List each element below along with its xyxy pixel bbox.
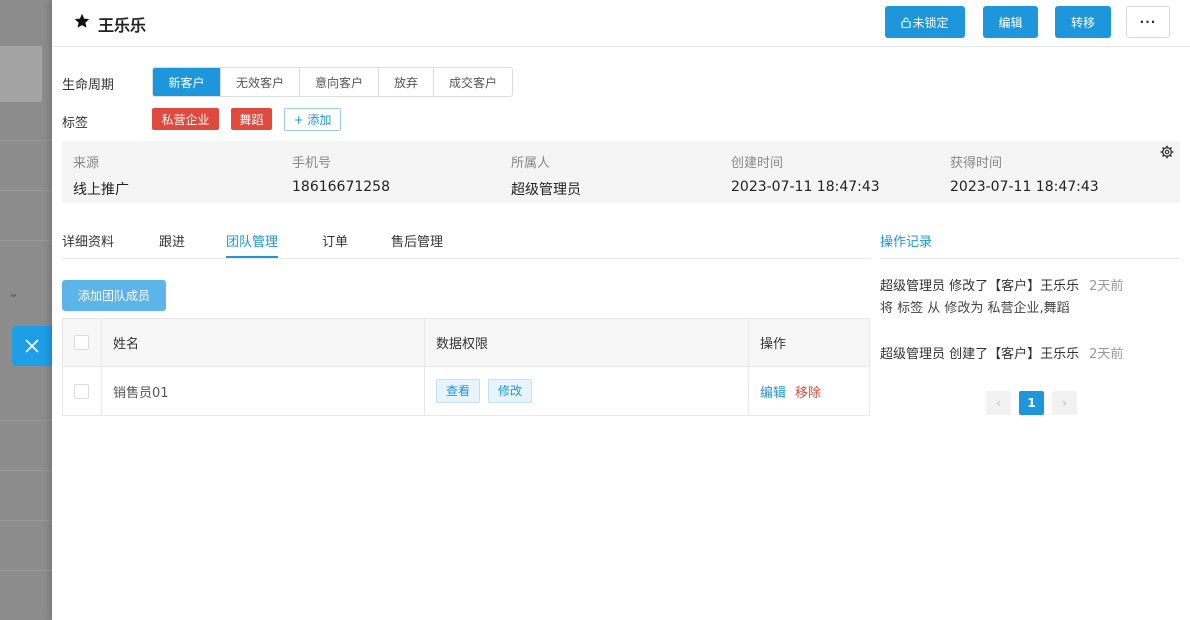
info-field-key: 所属人 [511, 156, 551, 171]
log-entry-time: 2天前 [1089, 347, 1124, 362]
log-entry-time: 2天前 [1089, 279, 1124, 294]
background-divider [0, 240, 52, 241]
lifecycle-stage-new[interactable]: 新客户 [153, 68, 221, 96]
edit-button-label: 编辑 [998, 15, 1023, 30]
remove-member-link[interactable]: 移除 [795, 386, 821, 401]
log-pagination: ‹ 1 › [986, 391, 1077, 415]
tab-details[interactable]: 详细资料 [62, 231, 114, 258]
log-entry: 超级管理员 创建了【客户】王乐乐 2天前 [880, 343, 1180, 362]
team-table: 姓名 数据权限 操作 销售员01 查看 修改 编辑 移除 [62, 318, 870, 416]
close-icon [25, 339, 39, 353]
log-entry: 超级管理员 修改了【客户】王乐乐 2天前 将 标签 从 修改为 私营企业,舞蹈 [880, 275, 1180, 316]
more-button[interactable]: ··· [1126, 6, 1170, 38]
lifecycle-stage-abandon[interactable]: 放弃 [379, 68, 434, 96]
row-checkbox[interactable] [74, 383, 89, 399]
background-divider [0, 570, 52, 571]
select-all-checkbox[interactable] [74, 335, 89, 350]
more-icon: ··· [1139, 15, 1157, 29]
info-field-key: 来源 [73, 156, 100, 171]
lifecycle-label: 生命周期 [62, 78, 115, 93]
lifecycle-stage-deal[interactable]: 成交客户 [434, 68, 512, 96]
add-team-member-button[interactable]: 添加团队成员 [62, 280, 166, 311]
edit-member-link[interactable]: 编辑 [760, 386, 786, 401]
star-icon[interactable] [74, 13, 90, 29]
background-divider [0, 520, 52, 521]
chevron-down-icon: ⌄ [8, 286, 19, 301]
info-field-key: 创建时间 [731, 156, 784, 171]
info-field-key: 获得时间 [950, 156, 1003, 171]
tab-orders[interactable]: 订单 [322, 231, 348, 258]
log-entry-text: 超级管理员 修改了【客户】王乐乐 [880, 279, 1080, 294]
row-select-cell [62, 366, 102, 416]
tab-team-management[interactable]: 团队管理 [226, 231, 279, 258]
log-entry-detail: 将 标签 从 修改为 私营企业,舞蹈 [880, 301, 1070, 316]
permission-badge-edit: 修改 [488, 379, 533, 403]
info-field-value: 线上推广 [73, 182, 129, 198]
info-field-source: 来源 线上推广 [73, 152, 129, 199]
actions-cell: 编辑 移除 [748, 366, 870, 416]
background-block [0, 46, 42, 102]
info-field-owner: 所属人 超级管理员 [511, 152, 581, 199]
background-divider [0, 420, 52, 421]
operation-log-title[interactable]: 操作记录 [880, 231, 932, 250]
tab-follow-up[interactable]: 跟进 [159, 231, 185, 258]
member-name: 销售员01 [101, 366, 425, 416]
background-divider [0, 190, 52, 191]
table-header-row: 姓名 数据权限 操作 [62, 318, 870, 367]
customer-detail-drawer: 王乐乐 未锁定 编辑 转移 ··· 生命周期 新客户 无效客户 意向客户 放弃 … [52, 0, 1190, 620]
next-page-button[interactable]: › [1052, 391, 1077, 415]
lock-button-label: 未锁定 [912, 15, 949, 30]
add-tag-button[interactable]: + 添加 [284, 108, 341, 131]
tag-badge: 私营企业 [152, 108, 219, 130]
info-field-created: 创建时间 2023-07-11 18:47:43 [731, 152, 880, 195]
permission-badge-view: 查看 [436, 379, 481, 403]
tab-after-sales[interactable]: 售后管理 [391, 231, 443, 258]
detail-tabs: 详细资料 跟进 团队管理 订单 售后管理 [62, 222, 870, 259]
table-row: 销售员01 查看 修改 编辑 移除 [62, 366, 870, 416]
prev-page-button[interactable]: ‹ [986, 391, 1011, 415]
background-divider [0, 470, 52, 471]
drawer-header: 王乐乐 未锁定 编辑 转移 ··· [52, 0, 1190, 47]
lifecycle-stage-invalid[interactable]: 无效客户 [221, 68, 300, 96]
info-field-value: 2023-07-11 18:47:43 [731, 179, 880, 195]
customer-info-panel: 来源 线上推广 手机号 18616671258 所属人 超级管理员 创建时间 2… [62, 141, 1180, 203]
column-header-name: 姓名 [101, 318, 425, 367]
info-field-key: 手机号 [292, 156, 332, 171]
gear-icon[interactable] [1160, 145, 1174, 159]
info-field-value: 2023-07-11 18:47:43 [950, 179, 1099, 195]
info-field-value: 18616671258 [292, 179, 390, 195]
close-drawer-button[interactable] [12, 326, 52, 366]
edit-button[interactable]: 编辑 [983, 6, 1038, 38]
transfer-button[interactable]: 转移 [1055, 6, 1111, 38]
page-number-button[interactable]: 1 [1019, 391, 1044, 415]
background-page: ⌄ [0, 0, 52, 620]
column-header-permissions: 数据权限 [424, 318, 749, 367]
permissions-cell: 查看 修改 [424, 366, 749, 416]
transfer-button-label: 转移 [1070, 15, 1095, 30]
column-header-actions: 操作 [748, 318, 870, 367]
lock-icon [901, 16, 912, 28]
tag-badge: 舞蹈 [231, 108, 272, 130]
lock-button[interactable]: 未锁定 [885, 6, 965, 38]
select-all-cell [62, 318, 102, 367]
operation-log-tab: 操作记录 [880, 222, 1180, 259]
background-divider [0, 140, 52, 141]
customer-name: 王乐乐 [98, 16, 147, 35]
lifecycle-stage-selector: 新客户 无效客户 意向客户 放弃 成交客户 [152, 67, 513, 97]
info-field-value: 超级管理员 [511, 182, 581, 198]
info-field-phone: 手机号 18616671258 [292, 152, 390, 195]
log-entry-text: 超级管理员 创建了【客户】王乐乐 [880, 347, 1080, 362]
lifecycle-stage-intent[interactable]: 意向客户 [300, 68, 379, 96]
info-field-obtained: 获得时间 2023-07-11 18:47:43 [950, 152, 1099, 195]
tags-label: 标签 [62, 116, 89, 131]
